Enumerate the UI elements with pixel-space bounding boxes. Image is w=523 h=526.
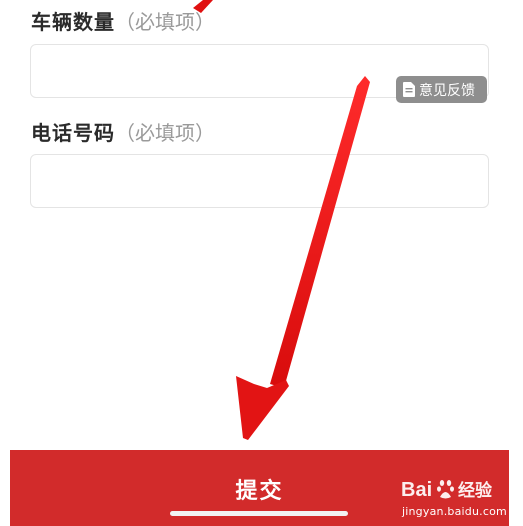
phone-required-hint: （必填项） (115, 121, 215, 145)
arrow-shaft (270, 76, 370, 388)
phone-field[interactable] (30, 154, 489, 208)
phone-label: 电话号码（必填项） (31, 117, 215, 146)
baidu-jingyan-watermark: Bai 经验 jingyan.baidu.com (398, 470, 518, 522)
vehicle-count-label-text: 车辆数量 (31, 10, 115, 34)
svg-text:经验: 经验 (458, 480, 493, 501)
feedback-button-label: 意见反馈 (419, 82, 475, 99)
vehicle-count-label: 车辆数量（必填项） (31, 6, 215, 35)
svg-text:Bai: Bai (401, 479, 432, 501)
feedback-button[interactable]: 意见反馈 (396, 76, 487, 103)
vehicle-count-required-hint: （必填项） (115, 10, 215, 34)
form-page: 车辆数量（必填项） 意见反馈 电话号码（必填项） 提交 Bai 经验 jingy… (0, 0, 523, 526)
submit-button-label: 提交 (235, 479, 284, 504)
home-indicator[interactable] (170, 511, 348, 516)
document-icon (403, 82, 415, 97)
watermark-url: jingyan.baidu.com (402, 505, 507, 518)
arrow-head (236, 376, 289, 440)
phone-label-text: 电话号码 (31, 121, 115, 145)
baidu-jingyan-logo: Bai 经验 (401, 479, 493, 501)
